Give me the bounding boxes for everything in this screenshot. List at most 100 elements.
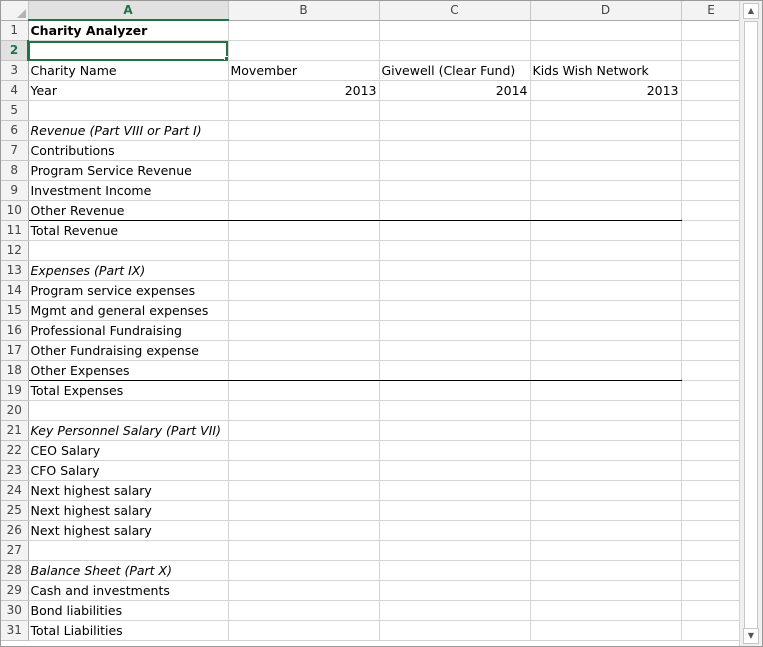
cell-a26[interactable]: Next highest salary <box>28 520 229 541</box>
cell-b4[interactable]: 2013 <box>228 80 380 101</box>
row-header-13[interactable]: 13 <box>1 260 29 281</box>
cell-a27[interactable] <box>28 540 229 561</box>
row-header-28[interactable]: 28 <box>1 560 29 581</box>
cell-d3[interactable]: Kids Wish Network <box>530 60 682 81</box>
cell-a30[interactable]: Bond liabilities <box>28 600 229 621</box>
row-header-10[interactable]: 10 <box>1 200 29 221</box>
cell-e27[interactable] <box>681 540 742 561</box>
column-header-c[interactable]: C <box>379 1 531 21</box>
cell-d9[interactable] <box>530 180 682 201</box>
cell-e8[interactable] <box>681 160 742 181</box>
cell-c24[interactable] <box>379 480 531 501</box>
cell-c22[interactable] <box>379 440 531 461</box>
cell-e24[interactable] <box>681 480 742 501</box>
cell-c31[interactable] <box>379 620 531 641</box>
row-header-16[interactable]: 16 <box>1 320 29 341</box>
cell-e29[interactable] <box>681 580 742 601</box>
cell-e17[interactable] <box>681 340 742 361</box>
cell-a14[interactable]: Program service expenses <box>28 280 229 301</box>
cell-c28[interactable] <box>379 560 531 581</box>
row-header-3[interactable]: 3 <box>1 60 29 81</box>
cell-a9[interactable]: Investment Income <box>28 180 229 201</box>
cell-b29[interactable] <box>228 580 380 601</box>
column-header-a[interactable]: A <box>28 1 229 21</box>
cell-c17[interactable] <box>379 340 531 361</box>
cell-e7[interactable] <box>681 140 742 161</box>
cell-c11[interactable] <box>379 220 531 241</box>
cell-d26[interactable] <box>530 520 682 541</box>
cell-a6[interactable]: Revenue (Part VIII or Part I) <box>28 120 229 141</box>
cell-b2[interactable] <box>228 40 380 61</box>
cell-c21[interactable] <box>379 420 531 441</box>
cell-c14[interactable] <box>379 280 531 301</box>
cell-b23[interactable] <box>228 460 380 481</box>
cell-d19[interactable] <box>530 380 682 401</box>
cell-c12[interactable] <box>379 240 531 261</box>
cell-b21[interactable] <box>228 420 380 441</box>
cell-b12[interactable] <box>228 240 380 261</box>
cell-b19[interactable] <box>228 380 380 401</box>
cell-a31[interactable]: Total Liabilities <box>28 620 229 641</box>
cell-a13[interactable]: Expenses (Part IX) <box>28 260 229 281</box>
cell-b17[interactable] <box>228 340 380 361</box>
cell-a18[interactable]: Other Expenses <box>28 360 229 381</box>
cell-a8[interactable]: Program Service Revenue <box>28 160 229 181</box>
cell-b10[interactable] <box>228 200 380 221</box>
cell-e2[interactable] <box>681 40 742 61</box>
cell-a2[interactable] <box>28 40 229 61</box>
row-header-5[interactable]: 5 <box>1 100 29 121</box>
cell-e21[interactable] <box>681 420 742 441</box>
cell-e26[interactable] <box>681 520 742 541</box>
cell-e3[interactable] <box>681 60 742 81</box>
cell-a17[interactable]: Other Fundraising expense <box>28 340 229 361</box>
row-header-19[interactable]: 19 <box>1 380 29 401</box>
cell-b5[interactable] <box>228 100 380 121</box>
cell-d13[interactable] <box>530 260 682 281</box>
cell-d1[interactable] <box>530 20 682 41</box>
cell-a21[interactable]: Key Personnel Salary (Part VII) <box>28 420 229 441</box>
cell-d6[interactable] <box>530 120 682 141</box>
cell-d22[interactable] <box>530 440 682 461</box>
row-header-17[interactable]: 17 <box>1 340 29 361</box>
cell-a7[interactable]: Contributions <box>28 140 229 161</box>
cell-a12[interactable] <box>28 240 229 261</box>
cell-d23[interactable] <box>530 460 682 481</box>
cell-d25[interactable] <box>530 500 682 521</box>
row-header-2[interactable]: 2 <box>1 40 29 61</box>
cell-b9[interactable] <box>228 180 380 201</box>
cell-c29[interactable] <box>379 580 531 601</box>
row-header-29[interactable]: 29 <box>1 580 29 601</box>
cell-b18[interactable] <box>228 360 380 381</box>
cell-e16[interactable] <box>681 320 742 341</box>
cell-d28[interactable] <box>530 560 682 581</box>
cell-b28[interactable] <box>228 560 380 581</box>
cell-b15[interactable] <box>228 300 380 321</box>
cell-d27[interactable] <box>530 540 682 561</box>
scroll-down-arrow-icon[interactable]: ▼ <box>743 628 759 644</box>
cell-c26[interactable] <box>379 520 531 541</box>
row-header-18[interactable]: 18 <box>1 360 29 381</box>
cell-a4[interactable]: Year <box>28 80 229 101</box>
cell-a3[interactable]: Charity Name <box>28 60 229 81</box>
cell-a16[interactable]: Professional Fundraising <box>28 320 229 341</box>
cell-d5[interactable] <box>530 100 682 121</box>
cell-b14[interactable] <box>228 280 380 301</box>
cell-c20[interactable] <box>379 400 531 421</box>
cell-a29[interactable]: Cash and investments <box>28 580 229 601</box>
cell-d11[interactable] <box>530 220 682 241</box>
cell-b26[interactable] <box>228 520 380 541</box>
cell-c13[interactable] <box>379 260 531 281</box>
cell-e9[interactable] <box>681 180 742 201</box>
cell-a25[interactable]: Next highest salary <box>28 500 229 521</box>
cell-b31[interactable] <box>228 620 380 641</box>
cell-b30[interactable] <box>228 600 380 621</box>
cell-b22[interactable] <box>228 440 380 461</box>
cell-b7[interactable] <box>228 140 380 161</box>
cell-b16[interactable] <box>228 320 380 341</box>
cell-a19[interactable]: Total Expenses <box>28 380 229 401</box>
cell-c9[interactable] <box>379 180 531 201</box>
cell-e5[interactable] <box>681 100 742 121</box>
cell-e23[interactable] <box>681 460 742 481</box>
row-header-22[interactable]: 22 <box>1 440 29 461</box>
cell-d8[interactable] <box>530 160 682 181</box>
